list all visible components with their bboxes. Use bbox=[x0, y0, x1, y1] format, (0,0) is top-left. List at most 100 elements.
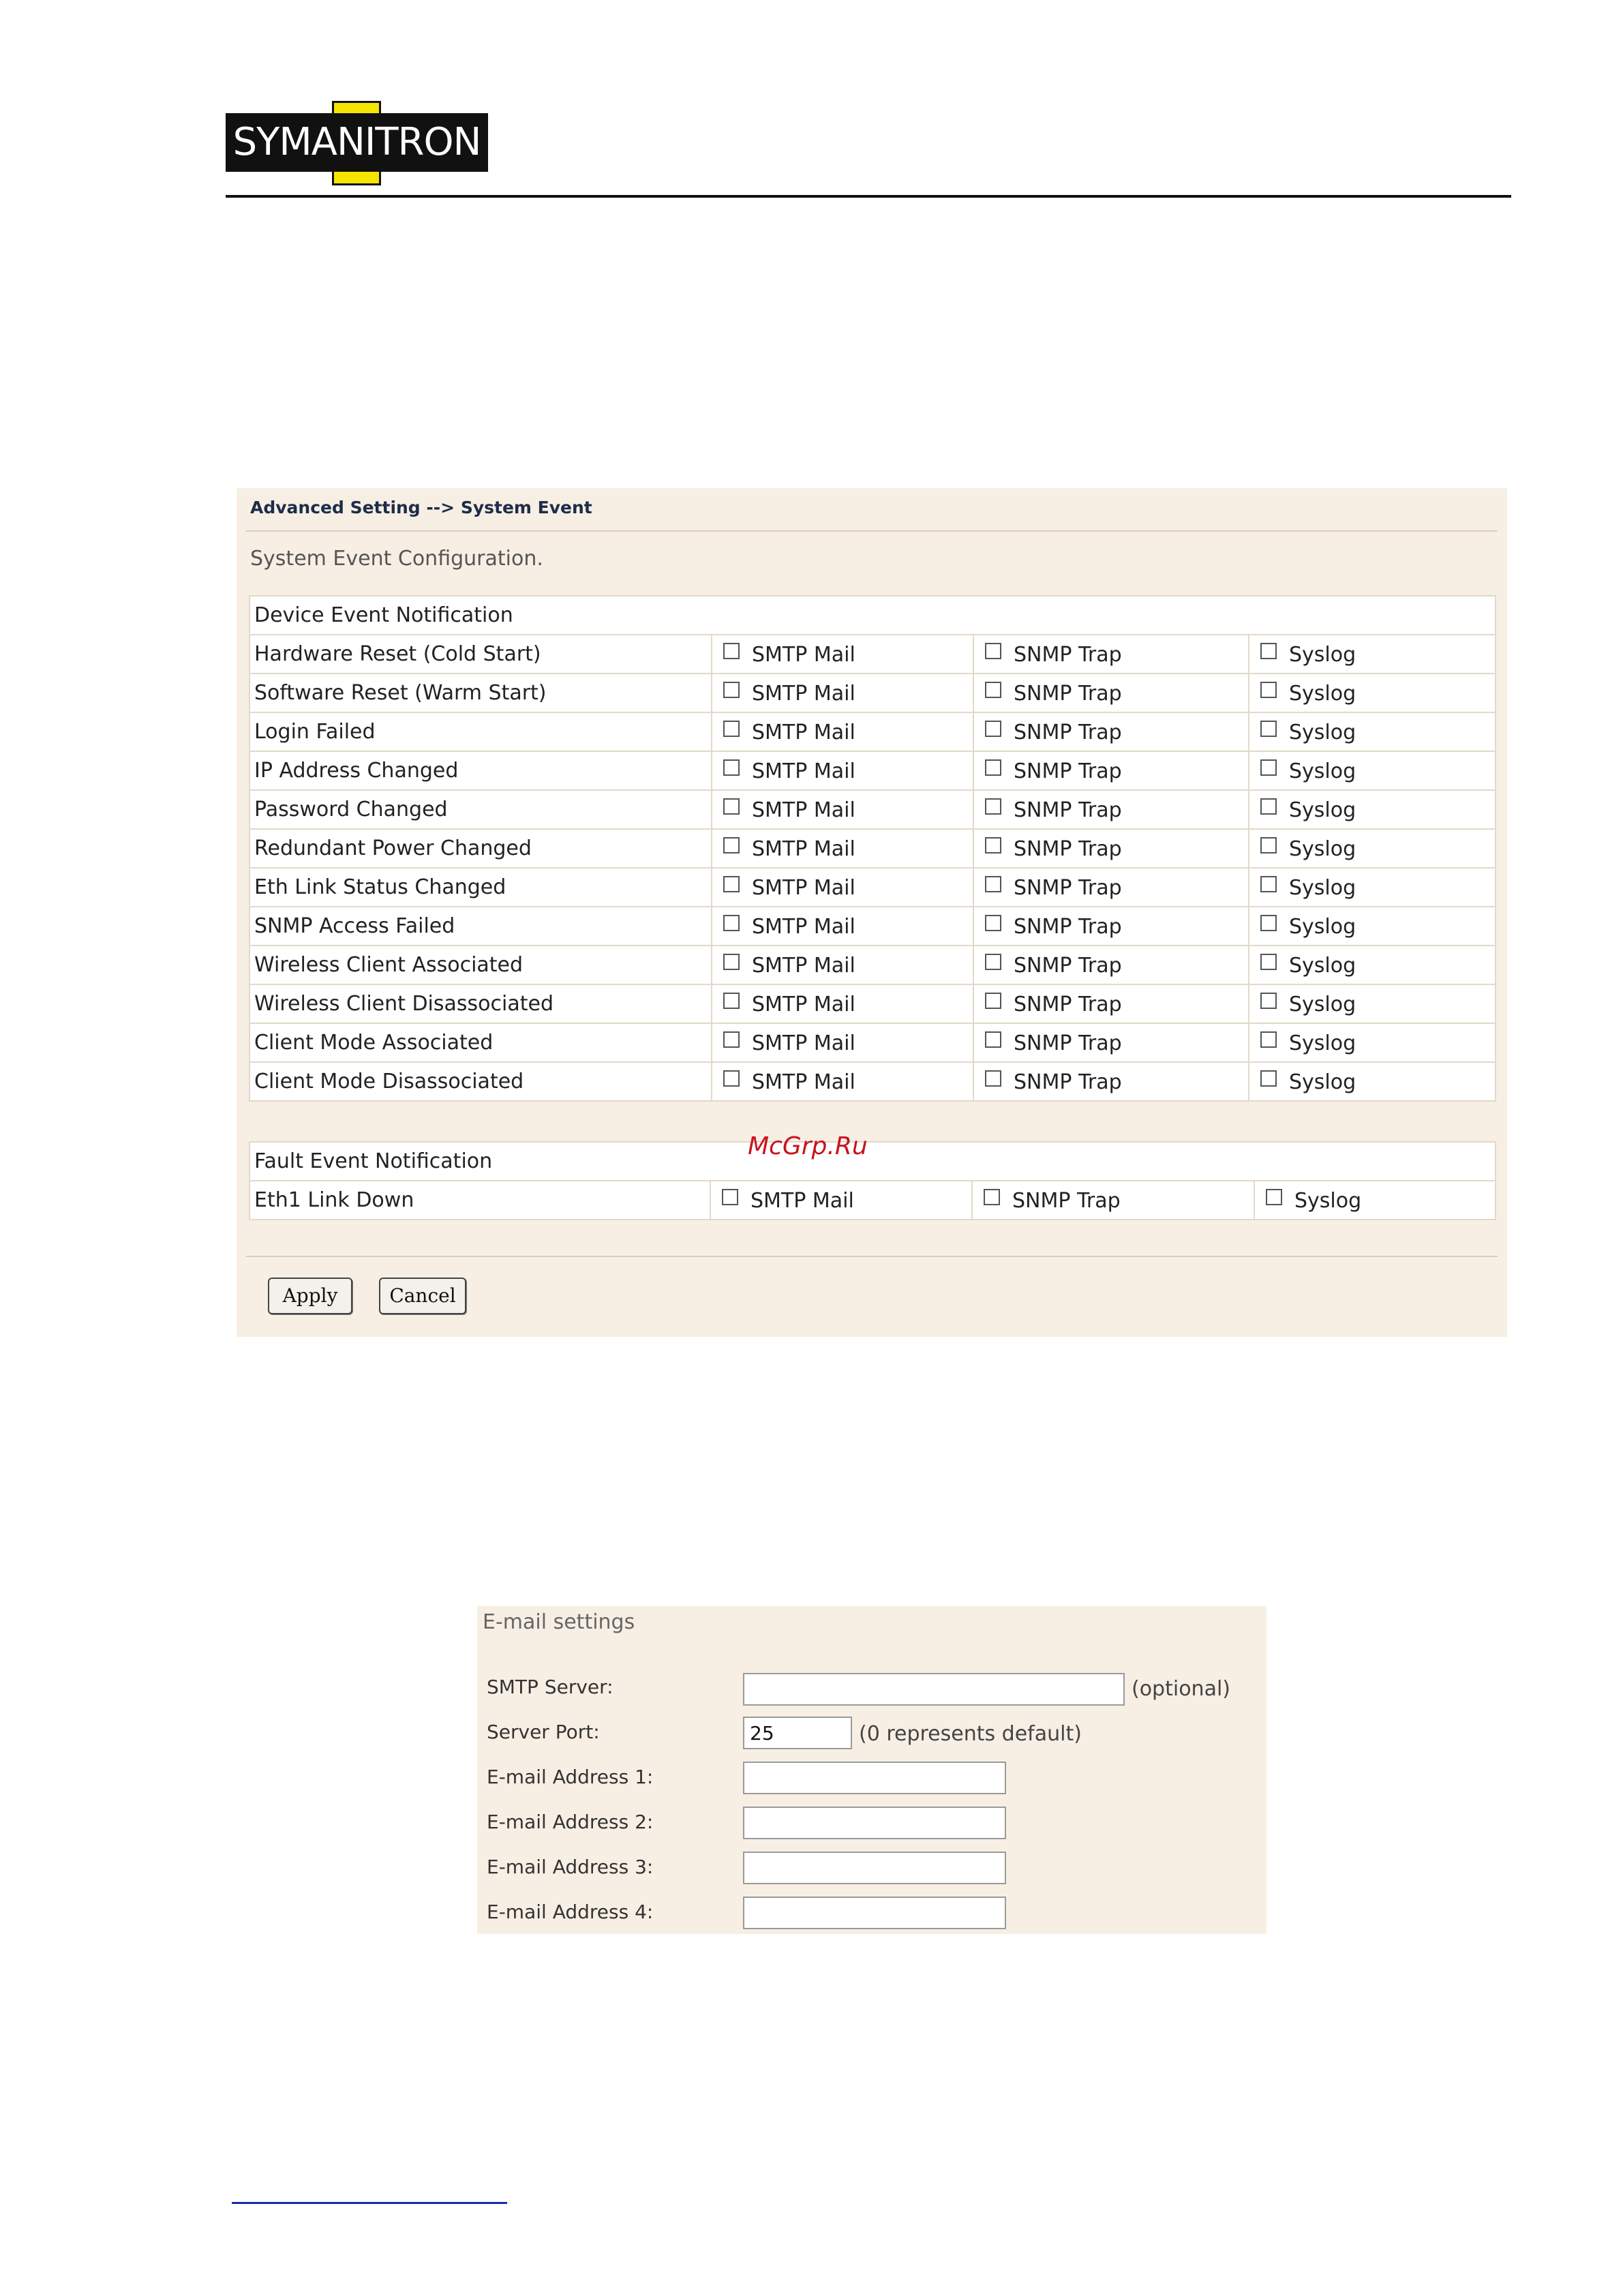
fault-event-header: Fault Event Notification bbox=[248, 1141, 1497, 1181]
server-port-note: (0 represents default) bbox=[859, 1722, 1082, 1746]
syslog-label: Syslog bbox=[1289, 992, 1356, 1016]
top-divider bbox=[246, 530, 1498, 532]
snmp-checkbox[interactable] bbox=[985, 798, 1001, 815]
syslog-checkbox[interactable] bbox=[1260, 1070, 1277, 1087]
smtp-checkbox[interactable] bbox=[723, 954, 740, 970]
snmp-checkbox[interactable] bbox=[985, 954, 1001, 970]
system-event-panel: Advanced Setting --> System Event System… bbox=[237, 488, 1507, 1337]
event-label: Client Mode Associated bbox=[249, 1023, 712, 1063]
smtp-checkbox[interactable] bbox=[723, 837, 740, 854]
snmp-checkbox[interactable] bbox=[985, 837, 1001, 854]
smtp-checkbox[interactable] bbox=[723, 876, 740, 892]
smtp-checkbox[interactable] bbox=[723, 721, 740, 737]
snmp-label: SNMP Trap bbox=[1014, 798, 1122, 822]
syslog-checkbox[interactable] bbox=[1260, 915, 1277, 931]
smtp-checkbox[interactable] bbox=[723, 915, 740, 931]
syslog-label: Syslog bbox=[1289, 1070, 1356, 1094]
syslog-checkbox[interactable] bbox=[1260, 721, 1277, 737]
syslog-option-cell: Syslog bbox=[1248, 634, 1496, 674]
smtp-option-cell: SMTP Mail bbox=[710, 1180, 973, 1220]
snmp-option-cell: SNMP Trap bbox=[973, 945, 1249, 985]
syslog-checkbox[interactable] bbox=[1266, 1189, 1282, 1205]
apply-button[interactable]: Apply bbox=[268, 1278, 352, 1314]
syslog-checkbox[interactable] bbox=[1260, 837, 1277, 854]
syslog-checkbox[interactable] bbox=[1260, 954, 1277, 970]
smtp-checkbox[interactable] bbox=[723, 798, 740, 815]
syslog-label: Syslog bbox=[1289, 681, 1356, 706]
smtp-option-cell: SMTP Mail bbox=[711, 673, 974, 713]
smtp-option-cell: SMTP Mail bbox=[711, 634, 974, 674]
syslog-option-cell: Syslog bbox=[1248, 751, 1496, 791]
syslog-checkbox[interactable] bbox=[1260, 876, 1277, 892]
email-address-1-input[interactable] bbox=[743, 1762, 1006, 1794]
smtp-option-cell: SMTP Mail bbox=[711, 751, 974, 791]
event-label: Eth1 Link Down bbox=[249, 1180, 711, 1220]
syslog-option-cell: Syslog bbox=[1248, 673, 1496, 713]
email-settings-title: E-mail settings bbox=[483, 1610, 635, 1634]
server-port-input[interactable] bbox=[743, 1717, 852, 1749]
syslog-checkbox[interactable] bbox=[1260, 682, 1277, 698]
smtp-checkbox[interactable] bbox=[723, 1031, 740, 1048]
snmp-option-cell: SNMP Trap bbox=[973, 828, 1249, 868]
syslog-checkbox[interactable] bbox=[1260, 798, 1277, 815]
smtp-option-cell: SMTP Mail bbox=[711, 945, 974, 985]
syslog-label: Syslog bbox=[1294, 1188, 1362, 1213]
snmp-checkbox[interactable] bbox=[985, 915, 1001, 931]
smtp-checkbox[interactable] bbox=[723, 643, 740, 659]
snmp-checkbox[interactable] bbox=[985, 643, 1001, 659]
snmp-label: SNMP Trap bbox=[1014, 914, 1122, 939]
syslog-label: Syslog bbox=[1289, 642, 1356, 667]
snmp-checkbox[interactable] bbox=[985, 721, 1001, 737]
event-row: IP Address Changed SMTP Mail SNMP Trap Sysl… bbox=[249, 751, 1496, 791]
snmp-checkbox[interactable] bbox=[985, 993, 1001, 1009]
snmp-option-cell: SNMP Trap bbox=[973, 789, 1249, 830]
section-title: System Event Configuration. bbox=[250, 547, 543, 571]
syslog-checkbox[interactable] bbox=[1260, 993, 1277, 1009]
snmp-checkbox[interactable] bbox=[985, 1070, 1001, 1087]
smtp-label: SMTP Mail bbox=[750, 1188, 854, 1213]
syslog-checkbox[interactable] bbox=[1260, 643, 1277, 659]
cancel-button[interactable]: Cancel bbox=[379, 1278, 466, 1314]
snmp-option-cell: SNMP Trap bbox=[973, 634, 1249, 674]
smtp-label: SMTP Mail bbox=[752, 798, 855, 822]
symanitron-logo: SYMANITRON bbox=[226, 101, 488, 185]
event-label: Wireless Client Associated bbox=[249, 945, 712, 985]
smtp-option-cell: SMTP Mail bbox=[711, 984, 974, 1024]
email-address-2-input[interactable] bbox=[743, 1807, 1006, 1839]
syslog-option-cell: Syslog bbox=[1248, 906, 1496, 946]
smtp-checkbox[interactable] bbox=[723, 759, 740, 776]
snmp-checkbox[interactable] bbox=[985, 876, 1001, 892]
email-address-4-input[interactable] bbox=[743, 1897, 1006, 1929]
syslog-option-cell: Syslog bbox=[1248, 867, 1496, 907]
snmp-option-cell: SNMP Trap bbox=[973, 984, 1249, 1024]
smtp-label: SMTP Mail bbox=[752, 836, 855, 861]
snmp-label: SNMP Trap bbox=[1012, 1188, 1121, 1213]
event-label: Client Mode Disassociated bbox=[249, 1061, 712, 1102]
syslog-checkbox[interactable] bbox=[1260, 759, 1277, 776]
logo-text: SYMANITRON bbox=[232, 120, 482, 164]
syslog-option-cell: Syslog bbox=[1248, 828, 1496, 868]
event-row: Login Failed SMTP Mail SNMP Trap Syslog bbox=[249, 712, 1496, 752]
smtp-checkbox[interactable] bbox=[723, 993, 740, 1009]
snmp-label: SNMP Trap bbox=[1014, 681, 1122, 706]
snmp-option-cell: SNMP Trap bbox=[973, 1023, 1249, 1063]
smtp-server-input[interactable] bbox=[743, 1673, 1125, 1706]
smtp-label: SMTP Mail bbox=[752, 914, 855, 939]
snmp-checkbox[interactable] bbox=[985, 759, 1001, 776]
email-address-3-input[interactable] bbox=[743, 1852, 1006, 1884]
snmp-label: SNMP Trap bbox=[1014, 953, 1122, 978]
smtp-option-cell: SMTP Mail bbox=[711, 789, 974, 830]
email-address-3-label: E-mail Address 3: bbox=[487, 1856, 654, 1878]
syslog-option-cell: Syslog bbox=[1253, 1180, 1497, 1220]
snmp-option-cell: SNMP Trap bbox=[973, 751, 1249, 791]
smtp-checkbox[interactable] bbox=[723, 682, 740, 698]
snmp-checkbox[interactable] bbox=[984, 1189, 1000, 1205]
smtp-label: SMTP Mail bbox=[752, 681, 855, 706]
smtp-checkbox[interactable] bbox=[722, 1189, 738, 1205]
syslog-label: Syslog bbox=[1289, 759, 1356, 783]
event-label: Login Failed bbox=[249, 712, 712, 752]
snmp-checkbox[interactable] bbox=[985, 1031, 1001, 1048]
smtp-checkbox[interactable] bbox=[723, 1070, 740, 1087]
syslog-checkbox[interactable] bbox=[1260, 1031, 1277, 1048]
snmp-checkbox[interactable] bbox=[985, 682, 1001, 698]
